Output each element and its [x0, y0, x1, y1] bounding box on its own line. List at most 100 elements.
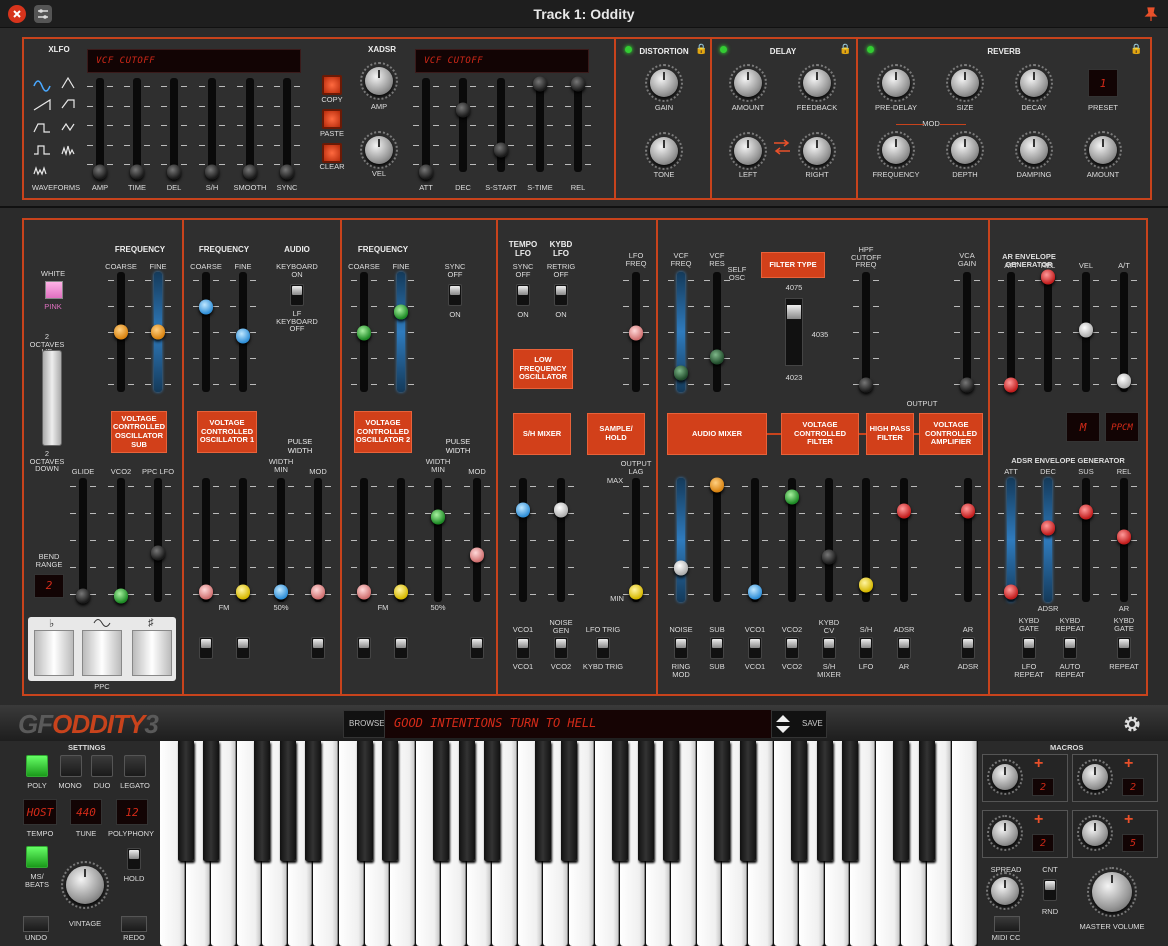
mod-switch-4[interactable] [394, 637, 408, 659]
tone-knob[interactable] [650, 137, 678, 165]
xadsr-amp-knob[interactable] [365, 67, 393, 95]
mix-vco1-track[interactable] [751, 478, 759, 602]
vintage-knob[interactable] [66, 866, 104, 904]
retrig-switch[interactable] [554, 284, 568, 306]
octave-switch[interactable] [42, 350, 62, 446]
macro-target-icon[interactable]: + [1034, 812, 1043, 828]
delay-amount-knob[interactable] [734, 69, 762, 97]
macro-value-display[interactable]: 2 [1032, 778, 1054, 796]
ar-vel-handle[interactable] [1079, 323, 1093, 338]
duo-button[interactable] [91, 755, 113, 777]
black-key[interactable] [842, 741, 858, 861]
vco1-fm1-handle[interactable] [199, 585, 213, 600]
xadsr-s-time-track[interactable] [536, 78, 544, 172]
xadsr-s-start-track[interactable] [497, 78, 505, 172]
ppc-sharp-button[interactable] [132, 630, 172, 676]
save-button[interactable]: SAVE [802, 719, 823, 728]
black-key[interactable] [305, 741, 321, 861]
mix-noise-handle[interactable] [674, 561, 688, 576]
adsr-sus-track[interactable] [1082, 478, 1090, 602]
output-lag-track[interactable] [632, 478, 640, 602]
polyphony-display[interactable]: 12 [116, 799, 148, 825]
ppc-flat-button[interactable] [34, 630, 74, 676]
sh-vco1-track[interactable] [519, 478, 527, 602]
glide-track[interactable] [79, 478, 87, 602]
ar-att-track[interactable] [1007, 272, 1015, 392]
mode-display-2[interactable]: PPCM [1105, 412, 1139, 442]
macro-knob[interactable] [992, 764, 1018, 790]
vco1-coarse-handle[interactable] [199, 300, 213, 315]
mod-switch-12[interactable] [785, 637, 799, 659]
mono-button[interactable] [60, 755, 82, 777]
mod-switch-13[interactable] [822, 637, 836, 659]
midi-cc-button[interactable] [994, 916, 1020, 932]
redo-button[interactable] [121, 916, 147, 932]
black-key[interactable] [357, 741, 373, 861]
master-volume-knob[interactable] [1092, 872, 1132, 912]
noise-color-switch[interactable] [45, 281, 63, 299]
xadsr-rel-track[interactable] [574, 78, 582, 172]
black-key[interactable] [459, 741, 475, 861]
pre-delay-knob[interactable] [882, 69, 910, 97]
pin-icon[interactable] [1142, 5, 1160, 23]
xadsr-att-track[interactable] [422, 78, 430, 172]
vco1-fine-handle[interactable] [236, 329, 250, 344]
xadsr-s-start-handle[interactable] [494, 143, 508, 158]
clear-button[interactable] [322, 143, 342, 163]
vco1-fm2-track[interactable] [239, 478, 247, 602]
sh-noise-track[interactable] [557, 478, 565, 602]
filter-adsr-handle[interactable] [897, 504, 911, 519]
amp-ar-track[interactable] [964, 478, 972, 602]
ar-att-handle[interactable] [1004, 378, 1018, 393]
vco2-fm2-handle[interactable] [394, 585, 408, 600]
black-key[interactable] [817, 741, 833, 861]
xlfo-time-track[interactable] [133, 78, 141, 172]
glide-handle[interactable] [76, 589, 90, 604]
vco1-fm1-track[interactable] [202, 478, 210, 602]
adsr-att-handle[interactable] [1004, 585, 1018, 600]
black-key[interactable] [535, 741, 551, 861]
legato-button[interactable] [124, 755, 146, 777]
mod-switch-15[interactable] [897, 637, 911, 659]
black-key[interactable] [561, 741, 577, 861]
macro-value-display[interactable]: 2 [1122, 778, 1144, 796]
decay-knob[interactable] [1020, 69, 1048, 97]
poly-button[interactable] [26, 755, 48, 777]
macro-knob[interactable] [992, 820, 1018, 846]
lock-icon[interactable]: 🔒 [695, 44, 707, 55]
xlfo-smooth-track[interactable] [246, 78, 254, 172]
kybd-cv-handle[interactable] [822, 550, 836, 565]
xadsr-vel-knob[interactable] [365, 136, 393, 164]
xlfo-del-track[interactable] [170, 78, 178, 172]
vco1-fm2-handle[interactable] [236, 585, 250, 600]
xlfo-s/h-handle[interactable] [205, 165, 219, 180]
bend-range-display[interactable]: 2 [34, 574, 64, 598]
ppc-lfo-handle[interactable] [151, 546, 165, 561]
black-key[interactable] [203, 741, 219, 861]
reverb-amount-knob[interactable] [1089, 136, 1117, 164]
xlfo-del-handle[interactable] [167, 165, 181, 180]
hpf-cutoff-track[interactable] [862, 272, 870, 392]
mod-switch-17[interactable] [1022, 637, 1036, 659]
mod-switch-18[interactable] [1063, 637, 1077, 659]
ppc-wave-button[interactable] [82, 630, 122, 676]
sh-handle[interactable] [859, 578, 873, 593]
ar-rel-handle[interactable] [1041, 270, 1055, 285]
black-key[interactable] [919, 741, 935, 861]
cnt-rnd-switch[interactable] [1043, 879, 1057, 901]
sub-vco2-track[interactable] [117, 478, 125, 602]
mod-frequency-knob[interactable] [882, 136, 910, 164]
black-key[interactable] [178, 741, 194, 861]
output-lag-handle[interactable] [629, 585, 643, 600]
delay-right-knob[interactable] [803, 137, 831, 165]
ar-rel-track[interactable] [1044, 272, 1052, 392]
mix-noise-track[interactable] [677, 478, 685, 602]
adsr-rel-handle[interactable] [1117, 530, 1131, 545]
sh-noise-handle[interactable] [554, 503, 568, 518]
adsr-sus-handle[interactable] [1079, 505, 1093, 520]
size-knob[interactable] [951, 69, 979, 97]
mod-switch-11[interactable] [748, 637, 762, 659]
filter-type-box[interactable]: FILTER TYPE [761, 252, 825, 278]
vco1-mod-handle[interactable] [311, 585, 325, 600]
vco2-mod-track[interactable] [473, 478, 481, 602]
